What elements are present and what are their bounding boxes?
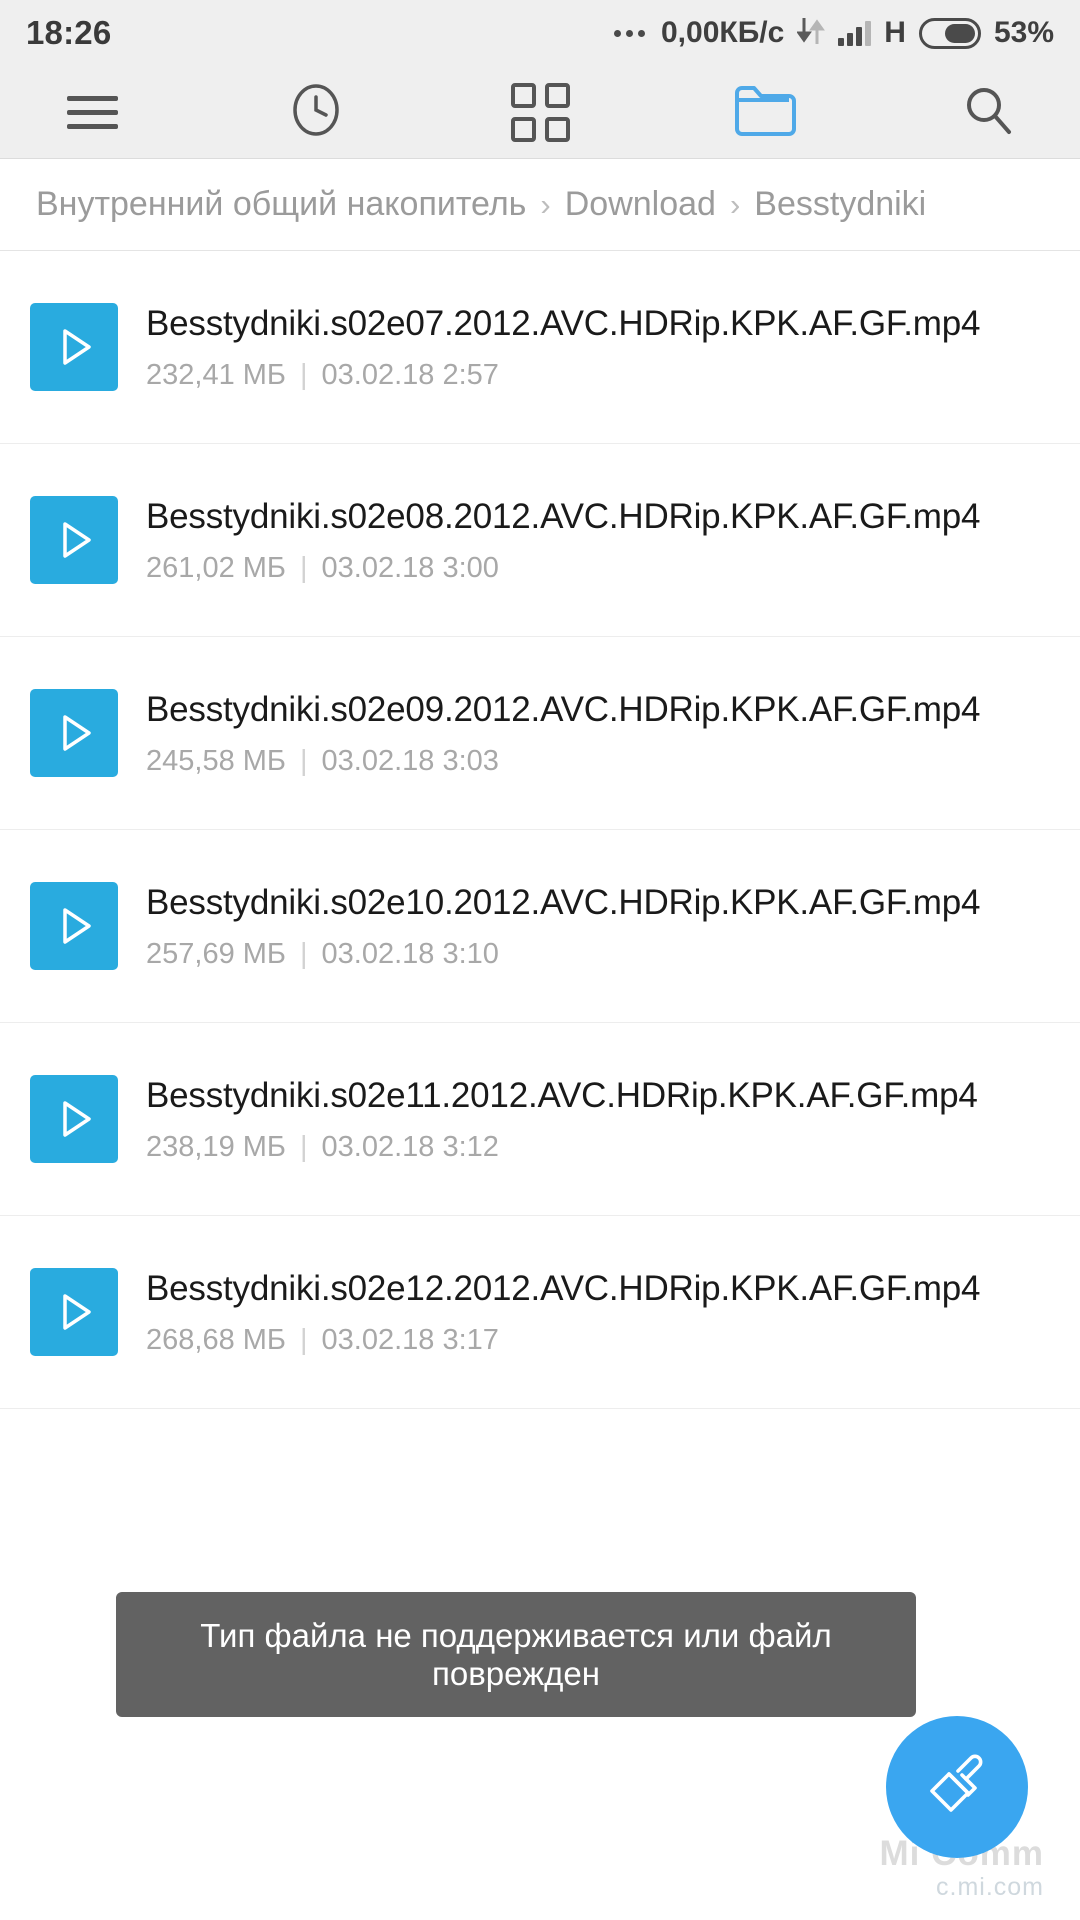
file-name: Besstydniki.s02e11.2012.AVC.HDRip.KPK.AF… <box>146 1076 978 1116</box>
file-subtitle: 268,68 МБ | 03.02.18 3:17 <box>146 1324 1044 1357</box>
battery-icon <box>918 17 981 49</box>
file-size: 245,58 МБ <box>146 744 286 777</box>
file-manager-screen: 18:26 0,00КБ/c H 53% Внутренний общий на… <box>0 0 1080 1920</box>
separator: | <box>299 1130 308 1163</box>
table-row[interactable]: Besstydniki.s02e10.2012.AVC.HDRip.KPK.AF… <box>0 830 1080 1023</box>
separator: | <box>299 937 308 970</box>
file-name: Besstydniki.s02e07.2012.AVC.HDRip.KPK.AF… <box>146 304 981 344</box>
file-name: Besstydniki.s02e08.2012.AVC.HDRip.KPK.AF… <box>146 497 981 537</box>
battery-percent-label: 53% <box>993 16 1054 49</box>
separator: | <box>299 551 308 584</box>
tab-categories[interactable] <box>488 66 592 159</box>
breadcrumb-separator-icon: › <box>540 186 551 222</box>
file-subtitle: 232,41 МБ | 03.02.18 2:57 <box>146 359 1044 392</box>
file-subtitle: 245,58 МБ | 03.02.18 3:03 <box>146 745 1044 778</box>
file-list: Besstydniki.s02e07.2012.AVC.HDRip.KPK.AF… <box>0 251 1080 1409</box>
file-meta: Besstydniki.s02e10.2012.AVC.HDRip.KPK.AF… <box>146 881 1044 970</box>
breadcrumb-item-current[interactable]: Besstydniki <box>754 185 926 224</box>
tab-recent[interactable] <box>264 66 368 159</box>
file-size: 257,69 МБ <box>146 937 286 970</box>
grid-icon <box>510 82 570 142</box>
video-play-icon <box>30 496 118 584</box>
separator: | <box>299 1323 308 1356</box>
file-date: 03.02.18 3:12 <box>321 1130 499 1163</box>
table-row[interactable]: Besstydniki.s02e07.2012.AVC.HDRip.KPK.AF… <box>0 251 1080 444</box>
file-meta: Besstydniki.s02e11.2012.AVC.HDRip.KPK.AF… <box>146 1074 1044 1163</box>
file-subtitle: 261,02 МБ | 03.02.18 3:00 <box>146 552 1044 585</box>
breadcrumb-item-download[interactable]: Download <box>565 185 716 224</box>
table-row[interactable]: Besstydniki.s02e08.2012.AVC.HDRip.KPK.AF… <box>0 444 1080 637</box>
paint-brush-icon <box>918 1746 996 1829</box>
toast-message: Тип файла не поддерживается или файл пов… <box>116 1592 916 1717</box>
status-bar-clock: 18:26 <box>26 14 112 51</box>
file-meta: Besstydniki.s02e12.2012.AVC.HDRip.KPK.AF… <box>146 1267 1044 1356</box>
breadcrumb-item-storage[interactable]: Внутренний общий накопитель <box>36 185 526 224</box>
file-meta: Besstydniki.s02e09.2012.AVC.HDRip.KPK.AF… <box>146 688 1044 777</box>
toast-text: Тип файла не поддерживается или файл пов… <box>200 1616 832 1692</box>
notification-dots-icon <box>614 29 645 37</box>
folder-icon <box>732 81 796 144</box>
top-toolbar <box>0 66 1080 159</box>
file-meta: Besstydniki.s02e08.2012.AVC.HDRip.KPK.AF… <box>146 495 1044 584</box>
breadcrumb[interactable]: Внутренний общий накопитель › Download ›… <box>0 159 1080 251</box>
watermark-url: c.mi.com <box>936 1873 1044 1901</box>
separator: | <box>299 744 308 777</box>
file-subtitle: 257,69 МБ | 03.02.18 3:10 <box>146 938 1044 971</box>
file-size: 268,68 МБ <box>146 1323 286 1356</box>
file-size: 238,19 МБ <box>146 1130 286 1163</box>
separator: | <box>299 358 308 391</box>
status-bar: 18:26 0,00КБ/c H 53% <box>0 0 1080 66</box>
search-button[interactable] <box>936 66 1040 159</box>
file-name: Besstydniki.s02e09.2012.AVC.HDRip.KPK.AF… <box>146 690 981 730</box>
search-icon <box>960 82 1016 143</box>
menu-button[interactable] <box>40 66 144 159</box>
video-play-icon <box>30 882 118 970</box>
file-subtitle: 238,19 МБ | 03.02.18 3:12 <box>146 1131 1044 1164</box>
file-name: Besstydniki.s02e12.2012.AVC.HDRip.KPK.AF… <box>146 1269 981 1309</box>
status-bar-indicators: 0,00КБ/c H 53% <box>614 16 1054 51</box>
table-row[interactable]: Besstydniki.s02e11.2012.AVC.HDRip.KPK.AF… <box>0 1023 1080 1216</box>
file-date: 03.02.18 3:00 <box>321 551 499 584</box>
hamburger-menu-icon <box>66 95 118 129</box>
network-speed-label: 0,00КБ/c <box>661 16 785 49</box>
cleaner-fab-button[interactable] <box>886 1716 1028 1858</box>
file-date: 03.02.18 3:17 <box>321 1323 499 1356</box>
video-play-icon <box>30 1268 118 1356</box>
file-name: Besstydniki.s02e10.2012.AVC.HDRip.KPK.AF… <box>146 883 981 923</box>
clock-icon <box>288 82 344 143</box>
video-play-icon <box>30 689 118 777</box>
data-transfer-arrows-icon <box>796 16 826 51</box>
tab-folders[interactable] <box>712 66 816 159</box>
file-date: 03.02.18 2:57 <box>321 358 499 391</box>
file-meta: Besstydniki.s02e07.2012.AVC.HDRip.KPK.AF… <box>146 302 1044 391</box>
video-play-icon <box>30 303 118 391</box>
file-date: 03.02.18 3:03 <box>321 744 499 777</box>
file-size: 232,41 МБ <box>146 358 286 391</box>
table-row[interactable]: Besstydniki.s02e12.2012.AVC.HDRip.KPK.AF… <box>0 1216 1080 1409</box>
file-date: 03.02.18 3:10 <box>321 937 499 970</box>
signal-strength-icon <box>838 20 872 46</box>
video-play-icon <box>30 1075 118 1163</box>
breadcrumb-separator-icon: › <box>729 186 741 222</box>
file-size: 261,02 МБ <box>146 551 286 584</box>
table-row[interactable]: Besstydniki.s02e09.2012.AVC.HDRip.KPK.AF… <box>0 637 1080 830</box>
network-type-label: H <box>884 16 906 49</box>
